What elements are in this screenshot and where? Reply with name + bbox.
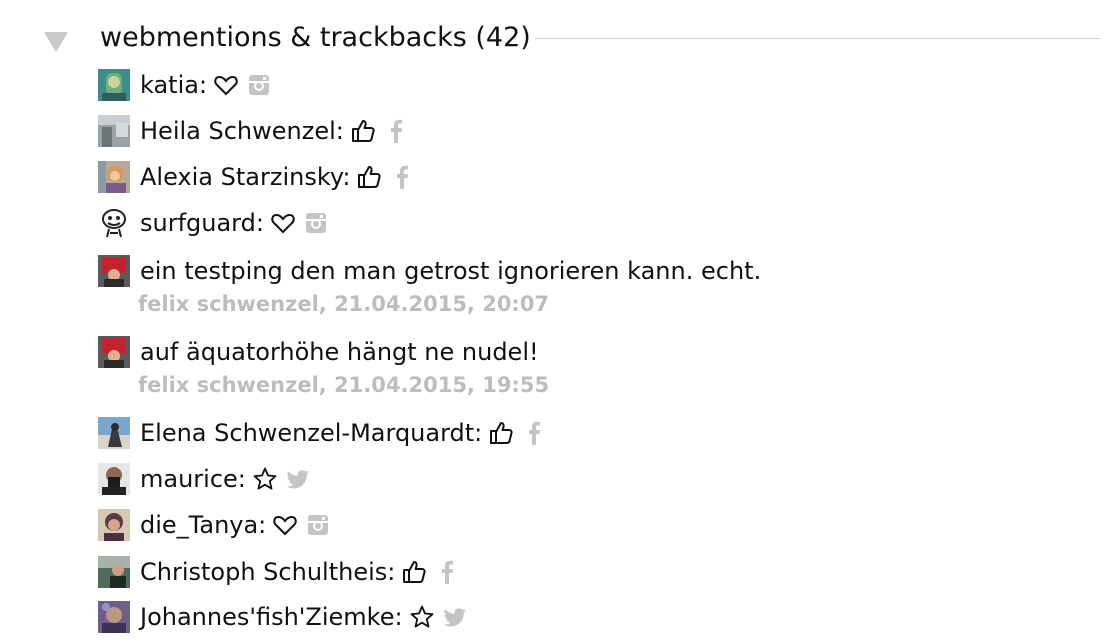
author-name[interactable]: Christoph Schultheis: <box>140 553 395 591</box>
comment-meta-link[interactable]: felix schwenzel, 21.04.2015, 19:55 <box>138 371 549 399</box>
thumbs-up-icon <box>356 164 382 190</box>
author-name[interactable]: surfguard: <box>140 204 264 242</box>
heart-outline-icon <box>272 512 298 538</box>
avatar[interactable] <box>98 509 130 541</box>
author-name[interactable]: Heila Schwenzel: <box>140 112 344 150</box>
avatar[interactable] <box>98 255 130 287</box>
instagram-icon[interactable] <box>247 73 271 97</box>
facebook-icon[interactable] <box>522 421 546 445</box>
facebook-icon[interactable] <box>384 119 408 143</box>
heart-outline-icon <box>270 210 296 236</box>
comment-text: auf äquatorhöhe hängt ne nudel! <box>140 338 539 366</box>
author-name[interactable]: Alexia Starzinsky: <box>140 158 350 196</box>
comment-text: ein testping den man getrost ignorieren … <box>140 257 762 285</box>
avatar[interactable] <box>98 463 130 495</box>
avatar[interactable] <box>98 207 130 239</box>
facebook-icon[interactable] <box>390 165 414 189</box>
twitter-icon[interactable] <box>443 605 467 629</box>
author-name[interactable]: maurice: <box>140 460 246 498</box>
author-name[interactable]: die_Tanya: <box>140 506 266 544</box>
author-name[interactable]: katia: <box>140 66 207 104</box>
facebook-icon[interactable] <box>435 560 459 584</box>
section-title: webmentions & trackbacks (42) <box>100 20 535 56</box>
thumbs-up-icon <box>401 559 427 585</box>
avatar[interactable] <box>98 115 130 147</box>
webmentions-list: katia: Heila Schwenzel: Alexia Starzinsk… <box>0 0 1102 644</box>
twitter-icon[interactable] <box>286 467 310 491</box>
star-outline-icon <box>252 466 278 492</box>
heart-outline-icon <box>213 72 239 98</box>
avatar[interactable] <box>98 69 130 101</box>
thumbs-up-icon <box>350 118 376 144</box>
comment-meta-link[interactable]: felix schwenzel, 21.04.2015, 20:07 <box>138 290 549 318</box>
avatar[interactable] <box>98 556 130 588</box>
author-name[interactable]: Elena Schwenzel-Marquardt: <box>140 414 482 452</box>
star-outline-icon <box>409 604 435 630</box>
author-name[interactable]: Johannes'fish'Ziemke: <box>140 598 403 636</box>
avatar[interactable] <box>98 417 130 449</box>
thumbs-up-icon <box>488 420 514 446</box>
instagram-icon[interactable] <box>306 513 330 537</box>
instagram-icon[interactable] <box>304 211 328 235</box>
avatar[interactable] <box>98 161 130 193</box>
avatar[interactable] <box>98 336 130 368</box>
avatar[interactable] <box>98 601 130 633</box>
